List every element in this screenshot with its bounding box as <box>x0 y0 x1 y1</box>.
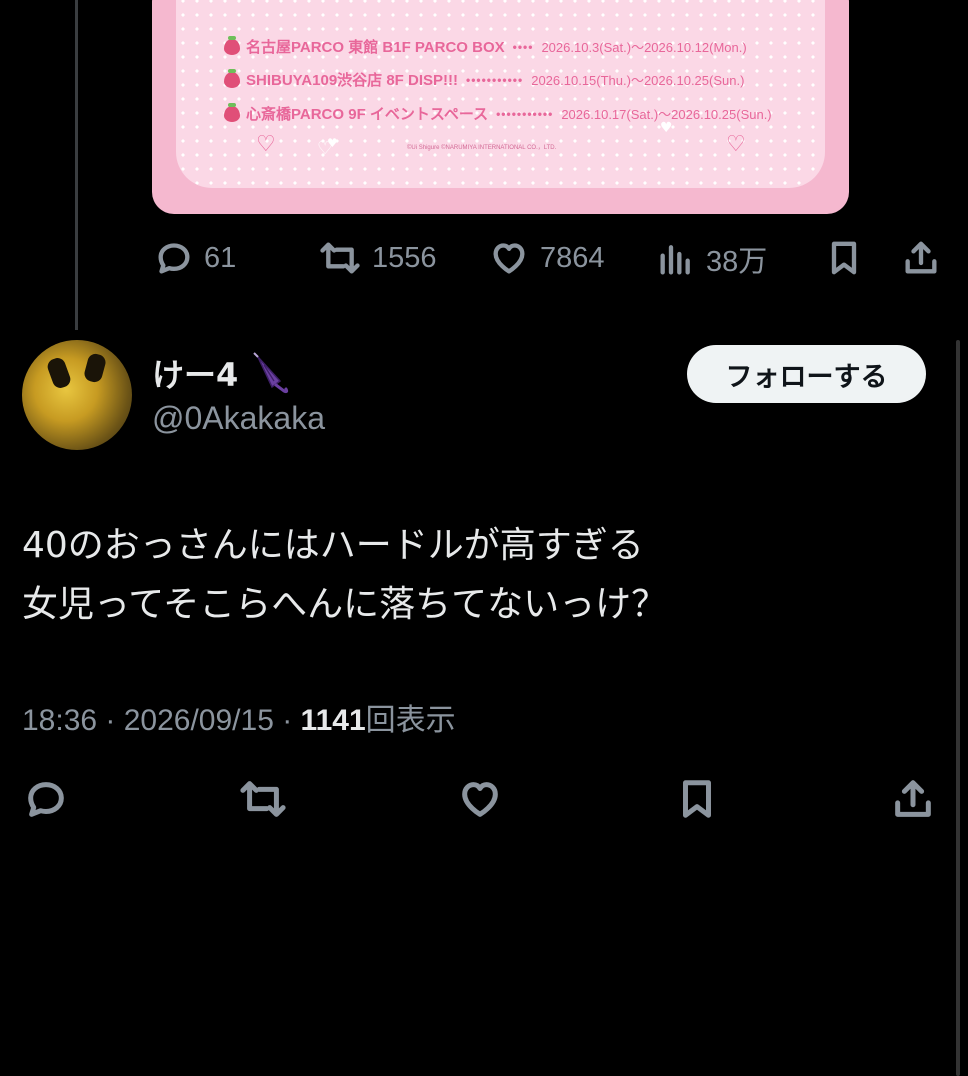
bookmark-icon <box>683 780 711 818</box>
strawberry-icon <box>224 102 240 122</box>
display-name[interactable]: けー4 <box>152 350 294 396</box>
tweet-view-count: 1141 <box>300 704 366 737</box>
event-venue: SHIBUYA109渋谷店 8F DISP!!! <box>246 72 458 89</box>
views-icon <box>660 245 690 275</box>
follow-button[interactable]: フォローする <box>687 345 926 403</box>
card-copyright: ©Ui Shigure ©NARUMIYA INTERNATIONAL CO.，… <box>407 145 557 151</box>
share-button[interactable] <box>900 238 942 278</box>
bookmark-button[interactable] <box>824 238 864 278</box>
like-icon <box>493 243 525 274</box>
repost-icon <box>320 242 360 274</box>
share-button[interactable] <box>889 776 937 822</box>
event-row: SHIBUYA109渋谷店 8F DISP!!! ••••••••••• 202… <box>224 68 745 90</box>
quoted-image-card[interactable]: ♡ ♡ ♥ ♡ ♡ ♥ 名古屋PARCO 東館 B1F PARCO BOX ••… <box>152 0 849 214</box>
tweet-line: 40のおっさんにはハードルが高すぎる <box>22 525 644 566</box>
umbrella-icon <box>253 352 289 394</box>
thread-connector-line <box>75 0 78 330</box>
event-dates: 2026.10.15(Thu.)〜2026.10.25(Sun.) <box>531 73 745 88</box>
event-venue: 名古屋PARCO 東館 B1F PARCO BOX <box>246 39 505 56</box>
reply-button[interactable] <box>22 776 70 822</box>
share-icon <box>895 780 931 817</box>
like-count: 7864 <box>540 241 605 274</box>
share-icon <box>905 241 937 274</box>
tweet-timestamp[interactable]: 18:36 · 2026/09/15 · <box>22 704 301 737</box>
card-dotted-panel <box>176 0 825 188</box>
bookmark-icon <box>831 241 857 275</box>
scrollbar[interactable] <box>956 340 960 1076</box>
display-name-text: けー4 <box>152 356 239 394</box>
repost-button[interactable] <box>236 776 290 822</box>
event-dates: 2026.10.17(Sat.)〜2026.10.25(Sun.) <box>561 107 772 122</box>
event-venue: 心斎橋PARCO 9F イベントスペース <box>246 106 489 123</box>
heart-decoration-icon: ♡ <box>256 132 276 157</box>
user-handle[interactable]: @0Akakaka <box>152 400 325 437</box>
event-dates: 2026.10.3(Sat.)〜2026.10.12(Mon.) <box>541 40 747 55</box>
repost-count: 1556 <box>372 241 437 274</box>
reply-icon <box>28 782 64 817</box>
event-row: 名古屋PARCO 東館 B1F PARCO BOX •••• 2026.10.3… <box>224 35 747 57</box>
event-leader-dots: ••••••••••• <box>496 106 554 121</box>
tweet-body: 40のおっさんにはハードルが高すぎる 女児ってそこらへんに落ちてないっけ？ <box>22 516 667 634</box>
avatar[interactable] <box>22 340 132 450</box>
like-button[interactable] <box>455 776 505 822</box>
heart-decoration-icon: ♥ <box>327 136 338 150</box>
heart-decoration-icon: ♡ <box>726 132 746 157</box>
tweet-line: 女児ってそこらへんに落ちてないっけ？ <box>22 584 668 625</box>
like-icon <box>462 782 498 817</box>
repost-icon <box>240 781 286 817</box>
reply-button[interactable]: 61 <box>154 238 236 278</box>
event-leader-dots: •••• <box>512 39 534 54</box>
reply-icon <box>158 243 190 274</box>
event-leader-dots: ••••••••••• <box>466 72 524 87</box>
repost-button[interactable]: 1556 <box>318 238 437 278</box>
strawberry-icon <box>224 68 240 88</box>
bookmark-button[interactable] <box>674 776 720 822</box>
reply-count: 61 <box>204 241 237 274</box>
like-button[interactable]: 7864 <box>488 238 605 278</box>
strawberry-icon <box>224 35 240 55</box>
event-row: 心斎橋PARCO 9F イベントスペース ••••••••••• 2026.10… <box>224 102 772 124</box>
view-count: 38万 <box>706 246 768 278</box>
tweet-meta: 18:36 · 2026/09/15 · 1141回表示 <box>22 695 456 739</box>
tweet-view-label: 回表示 <box>365 703 456 738</box>
views-button[interactable]: 38万 <box>656 238 767 280</box>
